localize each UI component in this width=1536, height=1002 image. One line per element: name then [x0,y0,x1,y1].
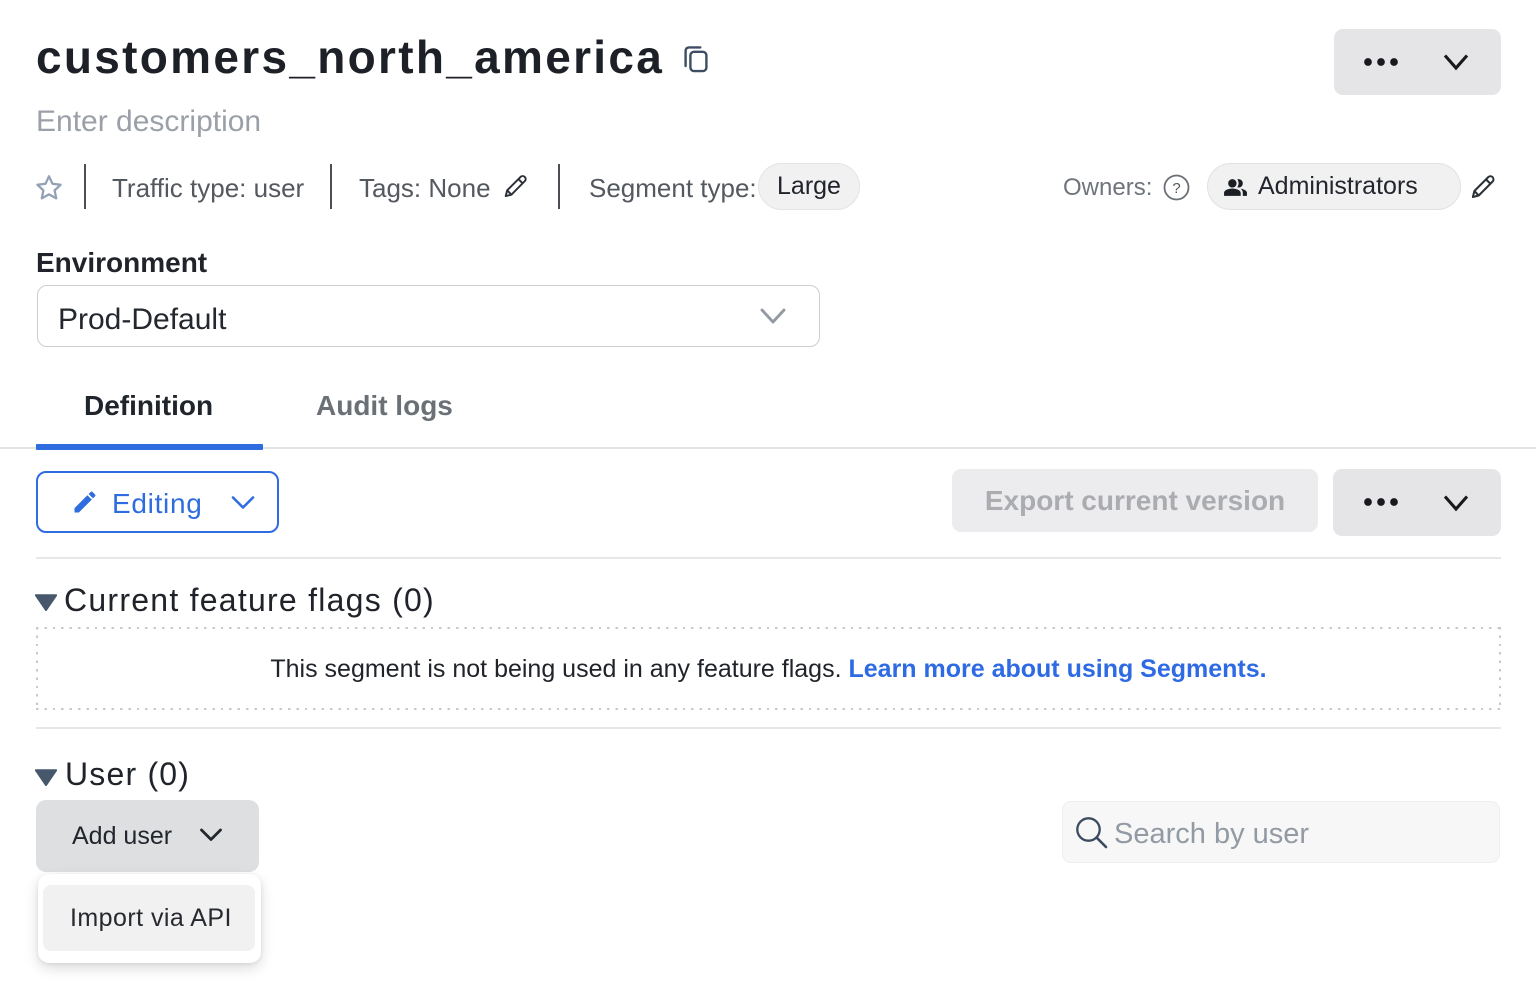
svg-text:?: ? [1172,180,1180,197]
